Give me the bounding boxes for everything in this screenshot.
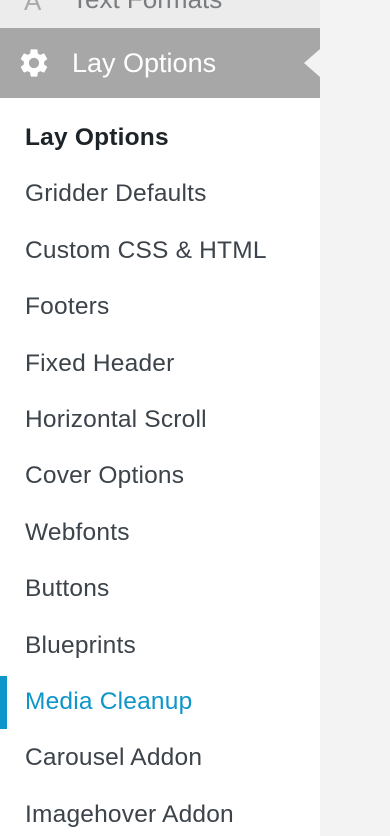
gear-icon (20, 49, 48, 77)
submenu-item-webfonts[interactable]: Webfonts (0, 505, 320, 561)
menu-item-lay-options-label: Lay Options (72, 48, 217, 78)
submenu-item-media-cleanup[interactable]: Media Cleanup (0, 674, 320, 730)
menu-item-lay-options[interactable]: Lay Options (0, 28, 320, 98)
submenu-item-lay-options[interactable]: Lay Options (0, 110, 320, 166)
submenu-item-carousel-addon[interactable]: Carousel Addon (0, 730, 320, 786)
menu-item-text-formats-label: Text Formats (72, 0, 222, 14)
submenu-item-footers[interactable]: Footers (0, 279, 320, 335)
submenu-item-fixed-header[interactable]: Fixed Header (0, 336, 320, 392)
lay-options-submenu: Lay Options Gridder Defaults Custom CSS … (0, 110, 320, 836)
submenu-item-cover-options[interactable]: Cover Options (0, 448, 320, 504)
admin-sidebar: A Text Formats Lay Options Lay Options G… (0, 0, 320, 836)
submenu-item-custom-css-html[interactable]: Custom CSS & HTML (0, 223, 320, 279)
menu-item-text-formats[interactable]: A Text Formats (0, 0, 320, 28)
submenu-item-horizontal-scroll[interactable]: Horizontal Scroll (0, 392, 320, 448)
submenu-item-buttons[interactable]: Buttons (0, 561, 320, 617)
submenu-item-imagehover-addon[interactable]: Imagehover Addon (0, 787, 320, 836)
submenu-item-gridder-defaults[interactable]: Gridder Defaults (0, 166, 320, 222)
current-menu-arrow (304, 49, 320, 77)
text-formats-icon: A (24, 0, 42, 16)
submenu-item-blueprints[interactable]: Blueprints (0, 618, 320, 674)
